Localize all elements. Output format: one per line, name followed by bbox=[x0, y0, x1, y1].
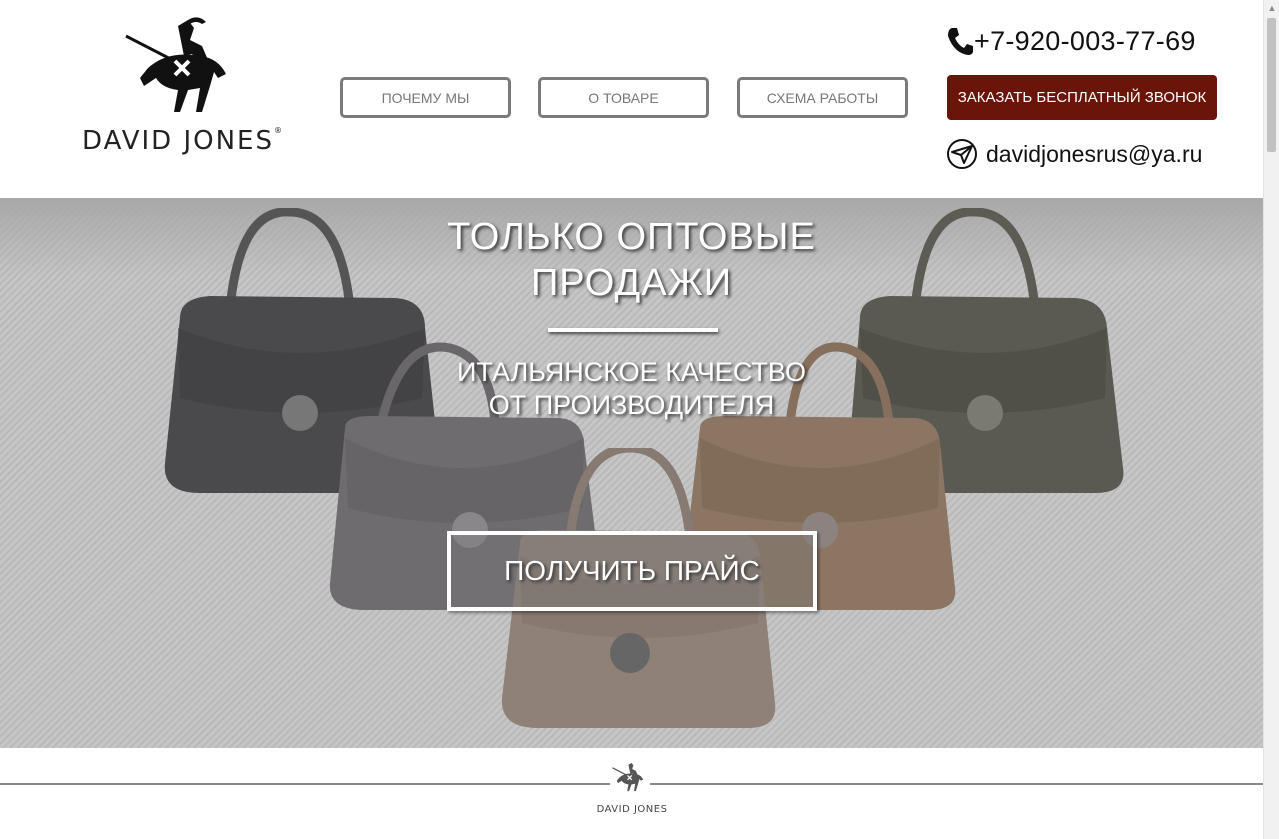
nav-work-scheme-button[interactable]: СХЕМА РАБОТЫ bbox=[737, 77, 908, 118]
brand-logo[interactable]: DAVID JONES® bbox=[58, 16, 308, 156]
footer-brand-name: DAVID JONES bbox=[596, 804, 668, 815]
vertical-scrollbar[interactable]: ▲ bbox=[1263, 0, 1279, 839]
knight-logo-icon bbox=[610, 761, 650, 793]
footer-logo: DAVID JONES bbox=[580, 760, 684, 820]
phone-number[interactable]: +7-920-003-77-69 bbox=[974, 26, 1196, 57]
hero-banner: ТОЛЬКО ОПТОВЫЕ ПРОДАЖИ ИТАЛЬЯНСКОЕ КАЧЕС… bbox=[0, 198, 1263, 748]
hero-subtitle-line1: ИТАЛЬЯНСКОЕ КАЧЕСТВО bbox=[456, 357, 807, 387]
email-address[interactable]: davidjonesrus@ya.ru bbox=[986, 141, 1202, 168]
section-divider: DAVID JONES bbox=[0, 748, 1263, 839]
page: DAVID JONES® ПОЧЕМУ МЫ О ТОВАРЕ СХЕМА РА… bbox=[0, 0, 1263, 839]
email-icon bbox=[947, 139, 977, 169]
brand-name: DAVID JONES® bbox=[82, 126, 284, 156]
phone-icon bbox=[948, 28, 973, 55]
hero-divider bbox=[548, 328, 718, 332]
hero-subtitle: ИТАЛЬЯНСКОЕ КАЧЕСТВО ОТ ПРОИЗВОДИТЕЛЯ bbox=[0, 356, 1263, 422]
scrollbar-thumb[interactable] bbox=[1267, 18, 1276, 152]
nav-why-us-button[interactable]: ПОЧЕМУ МЫ bbox=[340, 77, 511, 118]
hero-subtitle-line2: ОТ ПРОИЗВОДИТЕЛЯ bbox=[488, 390, 775, 420]
nav-about-product-button[interactable]: О ТОВАРЕ bbox=[538, 77, 709, 118]
phone-contact[interactable]: +7-920-003-77-69 bbox=[946, 24, 1196, 58]
email-contact[interactable]: davidjonesrus@ya.ru bbox=[946, 138, 1202, 170]
order-callback-button[interactable]: ЗАКАЗАТЬ БЕСПЛАТНЫЙ ЗВОНОК bbox=[947, 75, 1217, 120]
hero-title-line2: ПРОДАЖИ bbox=[530, 262, 733, 304]
scroll-up-arrow-icon[interactable]: ▲ bbox=[1264, 0, 1279, 16]
knight-logo-icon bbox=[125, 17, 226, 112]
header: DAVID JONES® ПОЧЕМУ МЫ О ТОВАРЕ СХЕМА РА… bbox=[0, 0, 1263, 198]
hero-title-line1: ТОЛЬКО ОПТОВЫЕ bbox=[447, 216, 816, 258]
get-price-button[interactable]: ПОЛУЧИТЬ ПРАЙС bbox=[447, 531, 817, 611]
hero-title: ТОЛЬКО ОПТОВЫЕ ПРОДАЖИ bbox=[0, 214, 1263, 306]
